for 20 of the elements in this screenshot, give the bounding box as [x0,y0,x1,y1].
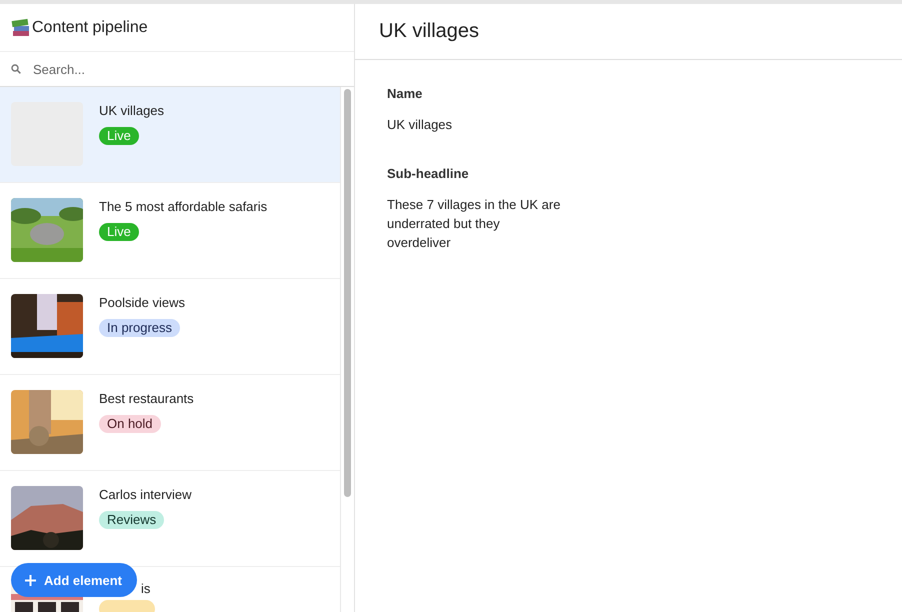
field-label: Name [387,86,424,101]
status-badge: Reviews [99,511,164,529]
item-title: is [141,581,150,597]
add-element-button[interactable]: Add element [11,563,138,597]
app-title: Content pipeline [32,18,148,36]
item-title: Best restaurants [99,391,194,407]
status-badge: On hold [99,415,161,433]
status-badge: Live [99,127,139,145]
list-item[interactable]: UK villages Live [0,87,340,183]
status-badge: Live [99,223,139,241]
field-value: UK villages [387,116,454,134]
item-title: UK villages [99,103,164,119]
item-title: Carlos interview [99,487,192,503]
item-title: Poolside views [99,295,185,311]
detail-title: UK villages [379,20,480,43]
search-field[interactable]: Search... [31,60,354,78]
field-value: These 7 villages in the UK are underrated but they overdeliver [387,196,562,252]
field-label: Sub-headline [387,166,470,181]
item-title: The 5 most affordable safaris [99,199,268,215]
status-badge: In progress [99,319,180,337]
